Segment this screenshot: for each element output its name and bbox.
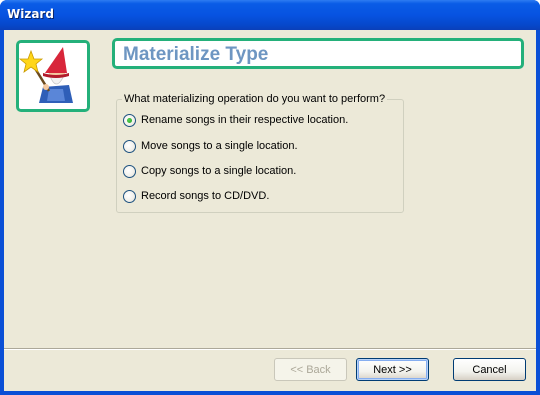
- wizard-window: Wizard Materialize Type What materializi…: [0, 0, 540, 395]
- radio-rename-songs[interactable]: Rename songs in their respective locatio…: [123, 112, 348, 128]
- wizard-icon-frame: [16, 40, 90, 112]
- radio-button[interactable]: [123, 189, 136, 203]
- radio-label-copy: Copy songs to a single location.: [141, 165, 297, 177]
- page-title: Materialize Type: [123, 44, 269, 65]
- dialog-client-area: Materialize Type What materializing oper…: [4, 30, 536, 391]
- radio-button[interactable]: [123, 139, 136, 153]
- radio-button[interactable]: [123, 164, 136, 178]
- radio-label-record: Record songs to CD/DVD.: [141, 190, 270, 202]
- radio-label-move: Move songs to a single location.: [141, 140, 298, 152]
- radio-button-checked[interactable]: [123, 113, 136, 127]
- back-button[interactable]: << Back: [274, 358, 347, 381]
- cancel-button[interactable]: Cancel: [453, 358, 526, 381]
- radio-label-rename: Rename songs in their respective locatio…: [141, 114, 349, 126]
- radio-copy-songs[interactable]: Copy songs to a single location.: [123, 163, 296, 179]
- next-button[interactable]: Next >>: [356, 358, 429, 381]
- operation-groupbox-legend: What materializing operation do you want…: [122, 93, 388, 105]
- title-bar[interactable]: Wizard: [0, 0, 540, 30]
- footer-divider: [4, 348, 536, 350]
- header-banner: Materialize Type: [112, 38, 524, 69]
- radio-move-songs[interactable]: Move songs to a single location.: [123, 138, 298, 154]
- radio-record-songs[interactable]: Record songs to CD/DVD.: [123, 188, 269, 204]
- window-title: Wizard: [7, 7, 54, 21]
- wizard-icon: [18, 47, 73, 103]
